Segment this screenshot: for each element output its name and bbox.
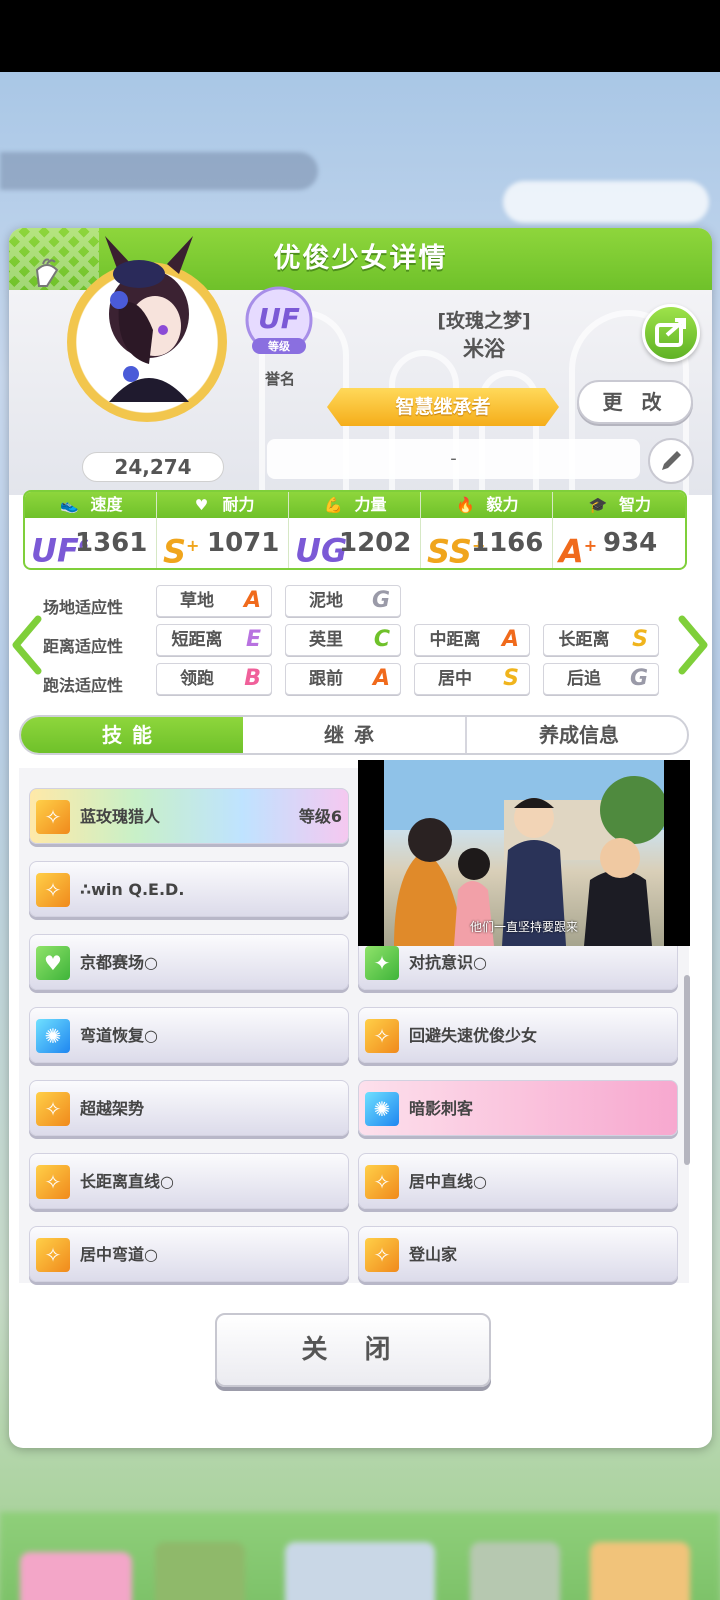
distance-aptitude-label: 距离适应性 xyxy=(43,637,124,656)
fan-count: 24,274 xyxy=(82,452,224,482)
background-bottom-nav xyxy=(0,1512,720,1600)
aptitude-chip: 泥地 G xyxy=(285,585,401,617)
stats-panel: 👟 速度 UF6 1361 ♥ 耐力 S+ 1071 💪 力量 UG 1202 🔥 毅力… xyxy=(23,490,687,570)
skill-speed-icon: ✧ xyxy=(36,873,70,907)
tab-training-info[interactable]: 养成信息 xyxy=(467,717,687,753)
stat-speed: 👟 速度 UF6 1361 xyxy=(25,492,157,568)
character-portrait xyxy=(105,236,193,402)
skill-card[interactable]: ✧ ∴win Q.E.D. xyxy=(29,861,349,917)
title-ribbon: 智慧继承者 xyxy=(327,388,559,426)
skills-scrollbar[interactable] xyxy=(684,975,690,1165)
aptitude-chip: 草地 A xyxy=(156,585,272,617)
stat-value: 1202 xyxy=(339,528,412,558)
change-title-button[interactable]: 更 改 xyxy=(577,380,693,424)
skill-speed-icon: ✧ xyxy=(365,1019,399,1053)
flame-icon: 🔥 xyxy=(456,496,475,514)
floating-video-player[interactable]: 他们一直坚持要跟来 xyxy=(358,760,690,946)
chevron-left-icon[interactable] xyxy=(10,615,44,675)
shoe-icon: 👟 xyxy=(60,496,79,514)
skill-sparkle-icon: ✺ xyxy=(36,1019,70,1053)
close-button[interactable]: 关 闭 xyxy=(215,1313,491,1387)
share-button[interactable] xyxy=(642,304,700,362)
character-name: 米浴 xyxy=(463,337,505,361)
heart-icon: ♥ xyxy=(194,496,209,514)
skill-speed-icon: ✧ xyxy=(36,800,70,834)
stat-value: 934 xyxy=(603,528,658,558)
detail-tabs: 技能 继承 养成信息 xyxy=(19,715,689,755)
stat-guts: 🔥 毅力 SS+ 1166 xyxy=(421,492,553,568)
svg-text:UF: UF xyxy=(258,302,300,335)
skill-card[interactable]: ✧ 超越架势 xyxy=(29,1080,349,1136)
stat-stamina: ♥ 耐力 S+ 1071 xyxy=(157,492,289,568)
aptitude-chip: 英里 C xyxy=(285,624,401,656)
skill-card[interactable]: ✧ 回避失速优俊少女 xyxy=(358,1007,678,1063)
graduation-cap-icon: 🎓 xyxy=(588,496,608,514)
skill-card[interactable]: ✧ 居中直线○ xyxy=(358,1153,678,1209)
character-epithet: [玫瑰之梦] xyxy=(437,310,531,332)
skill-card[interactable]: ✧ 居中弯道○ xyxy=(29,1226,349,1282)
stat-wisdom: 🎓 智力 A+ 934 xyxy=(553,492,685,568)
tab-skills[interactable]: 技能 xyxy=(21,717,243,753)
svg-text:等级: 等级 xyxy=(267,339,291,353)
skill-speed-icon: ✧ xyxy=(365,1238,399,1272)
stat-label: 速度 xyxy=(90,495,123,514)
aptitude-chip: 领跑 B xyxy=(156,663,272,695)
skill-card[interactable]: ♥ 京都赛场○ xyxy=(29,934,349,990)
stat-value: 1361 xyxy=(75,528,148,558)
skill-card[interactable]: ✺ 暗影刺客 xyxy=(358,1080,678,1136)
aptitude-chip: 跟前 A xyxy=(285,663,401,695)
skill-heart-icon: ♥ xyxy=(36,946,70,980)
aptitude-chip: 后追 G xyxy=(543,663,659,695)
skill-speed-icon: ✧ xyxy=(36,1092,70,1126)
skill-speed-icon: ✧ xyxy=(365,1165,399,1199)
background-button xyxy=(503,181,709,223)
skill-card[interactable]: ✧ 登山家 xyxy=(358,1226,678,1282)
stat-label: 力量 xyxy=(354,495,387,514)
aptitude-chip: 长距离 S xyxy=(543,624,659,656)
chevron-right-icon[interactable] xyxy=(676,615,710,675)
skill-speed-icon: ✧ xyxy=(36,1165,70,1199)
share-icon xyxy=(655,318,686,347)
video-subtitle: 他们一直坚持要跟来 xyxy=(469,920,578,934)
skill-muscle-icon: ✦ xyxy=(365,946,399,980)
stat-label: 耐力 xyxy=(222,495,255,514)
aptitude-chip: 中距离 A xyxy=(414,624,530,656)
tab-inheritance[interactable]: 继承 xyxy=(243,717,467,753)
skill-card[interactable]: ✧ 蓝玫瑰猎人 等级6 xyxy=(29,788,349,844)
background-notice xyxy=(0,152,318,190)
skill-card[interactable]: ✧ 长距离直线○ xyxy=(29,1153,349,1209)
stat-value: 1166 xyxy=(471,528,544,558)
stat-power: 💪 力量 UG 1202 xyxy=(289,492,421,568)
aptitude-chip: 居中 S xyxy=(414,663,530,695)
muscle-icon: 💪 xyxy=(324,496,343,514)
stat-value: 1071 xyxy=(207,528,280,558)
comment-field[interactable]: - xyxy=(267,439,640,479)
surface-aptitude-label: 场地适应性 xyxy=(43,598,124,617)
stat-label: 毅力 xyxy=(486,495,519,514)
skill-sparkle-icon: ✺ xyxy=(365,1092,399,1126)
style-aptitude-label: 跑法适应性 xyxy=(43,676,124,695)
carrot-icon[interactable] xyxy=(33,256,61,290)
stat-label: 智力 xyxy=(618,495,651,514)
skill-speed-icon: ✧ xyxy=(36,1238,70,1272)
rank-label: 誉名 xyxy=(264,370,295,388)
aptitude-chip: 短距离 E xyxy=(156,624,272,656)
pencil-icon xyxy=(662,451,681,470)
status-bar xyxy=(0,0,720,72)
skill-card[interactable]: ✺ 弯道恢复○ xyxy=(29,1007,349,1063)
rank-badge-icon: UF 等级 xyxy=(245,286,313,354)
edit-comment-button[interactable] xyxy=(648,438,694,484)
